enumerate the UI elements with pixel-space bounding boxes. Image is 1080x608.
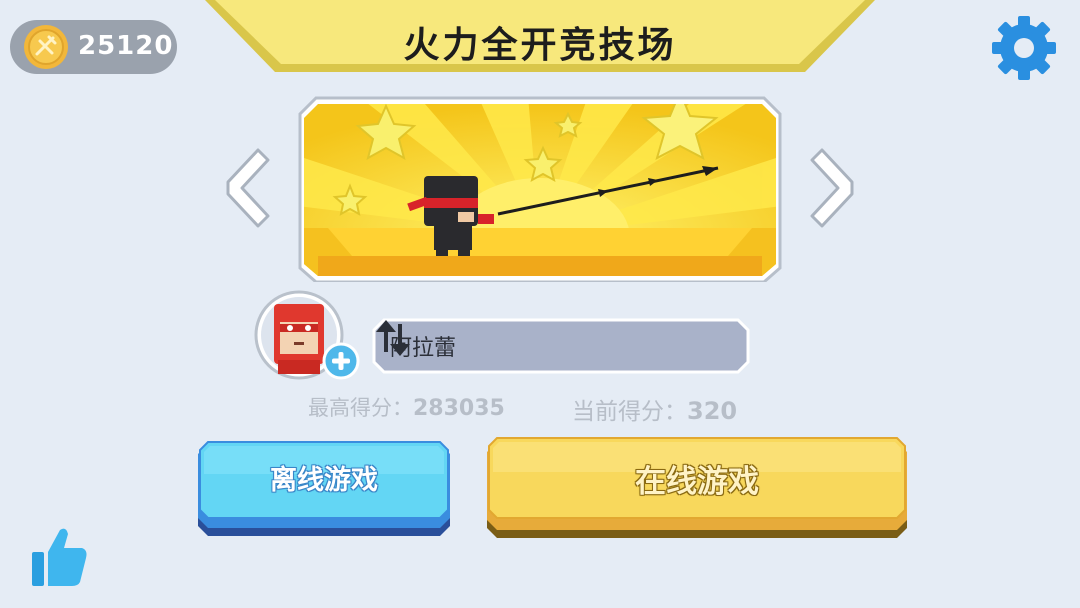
- offline-game-label: 离线游戏: [270, 465, 378, 496]
- chevron-left-icon[interactable]: [220, 146, 270, 230]
- online-game-label: 在线游戏: [635, 464, 759, 500]
- thumbs-up-icon[interactable]: [30, 526, 88, 588]
- best-score: 最高得分：283035: [308, 392, 505, 422]
- best-score-value: 283035: [413, 396, 505, 421]
- mode-illustration-card[interactable]: [298, 96, 782, 282]
- offline-game-button[interactable]: 离线游戏: [196, 440, 452, 538]
- coin-amount: 25120: [78, 31, 174, 61]
- avatar[interactable]: [254, 290, 364, 382]
- page-title: 火力全开竞技场: [403, 25, 677, 66]
- plus-icon[interactable]: [322, 342, 360, 380]
- chevron-right-icon[interactable]: [810, 146, 860, 230]
- online-game-button[interactable]: 在线游戏: [485, 436, 909, 540]
- player-name-field[interactable]: 阿拉蕾: [372, 318, 750, 374]
- current-score-label: 当前得分：: [572, 399, 687, 425]
- current-score-value: 320: [687, 397, 738, 425]
- swap-arrows-icon[interactable]: [372, 318, 414, 358]
- best-score-label: 最高得分：: [308, 396, 413, 420]
- current-score: 当前得分：320: [572, 392, 737, 426]
- coin-icon: [24, 25, 68, 69]
- gear-icon[interactable]: [988, 12, 1060, 84]
- coin-counter: 25120: [10, 20, 177, 74]
